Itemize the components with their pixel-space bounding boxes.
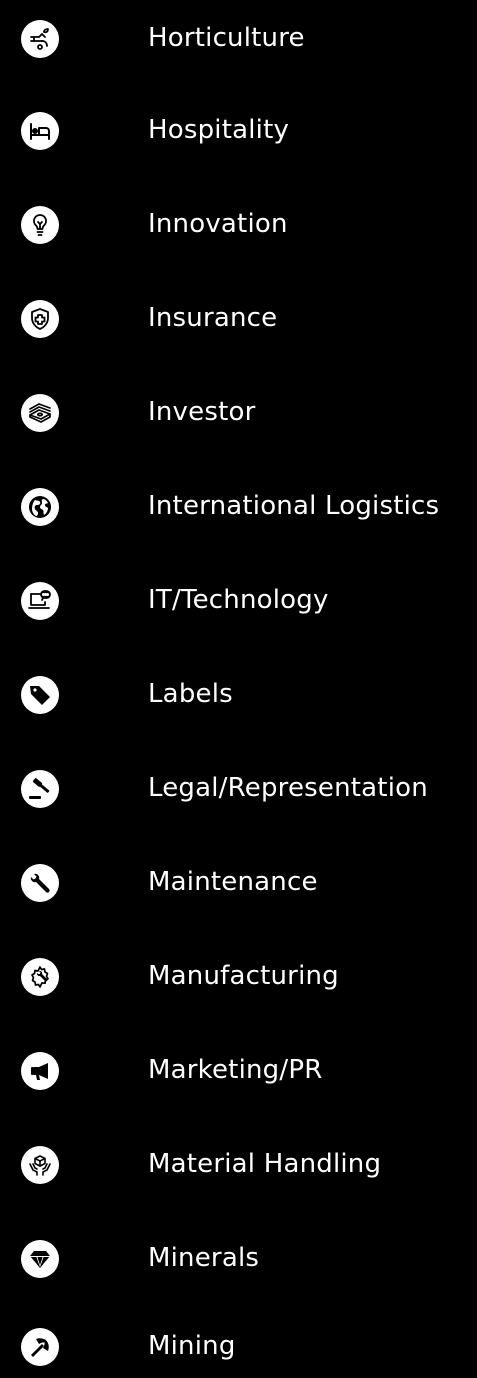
laptop-chat-icon xyxy=(21,582,59,620)
pickaxe-icon xyxy=(21,1328,59,1366)
money-stack-icon xyxy=(21,394,59,432)
list-item-investor[interactable]: Investor xyxy=(0,383,477,443)
list-item-label: Maintenance xyxy=(148,867,318,897)
shield-cross-icon xyxy=(21,300,59,338)
megaphone-icon xyxy=(21,1052,59,1090)
list-item-manufacturing[interactable]: Manufacturing xyxy=(0,947,477,1007)
list-item-minerals[interactable]: Minerals xyxy=(0,1229,477,1289)
list-item-label: Minerals xyxy=(148,1243,260,1273)
list-item-it-technology[interactable]: IT/Technology xyxy=(0,571,477,631)
list-item-mining[interactable]: Mining xyxy=(0,1317,477,1377)
hands-box-icon xyxy=(21,1146,59,1184)
list-item-labels[interactable]: Labels xyxy=(0,665,477,725)
hand-sprout-icon xyxy=(21,20,59,58)
list-item-insurance[interactable]: Insurance xyxy=(0,289,477,349)
list-item-legal-representation[interactable]: Legal/Representation xyxy=(0,759,477,819)
gavel-icon xyxy=(21,770,59,808)
list-item-label: Mining xyxy=(148,1331,236,1361)
hotel-bed-icon xyxy=(21,112,59,150)
list-item-label: IT/Technology xyxy=(148,585,329,615)
list-item-marketing-pr[interactable]: Marketing/PR xyxy=(0,1041,477,1101)
list-item-innovation[interactable]: Innovation xyxy=(0,195,477,255)
list-item-label: Investor xyxy=(148,397,256,427)
globe-icon xyxy=(21,488,59,526)
industry-list: Horticulture Hospitality Innovation Insu… xyxy=(0,0,477,1378)
list-item-label: Legal/Representation xyxy=(148,773,428,803)
tag-icon xyxy=(21,676,59,714)
list-item-label: Hospitality xyxy=(148,115,290,145)
gear-wrench-icon xyxy=(21,958,59,996)
gem-icon xyxy=(21,1240,59,1278)
list-item-material-handling[interactable]: Material Handling xyxy=(0,1135,477,1195)
list-item-label: Horticulture xyxy=(148,23,305,53)
list-item-hospitality[interactable]: Hospitality xyxy=(0,101,477,161)
lightbulb-icon xyxy=(21,206,59,244)
list-item-label: Innovation xyxy=(148,209,288,239)
list-item-label: Marketing/PR xyxy=(148,1055,323,1085)
list-item-maintenance[interactable]: Maintenance xyxy=(0,853,477,913)
wrench-icon xyxy=(21,864,59,902)
list-item-label: Insurance xyxy=(148,303,278,333)
list-item-label: Material Handling xyxy=(148,1149,382,1179)
list-item-label: International Logistics xyxy=(148,491,440,521)
list-item-horticulture[interactable]: Horticulture xyxy=(0,9,477,69)
list-item-international-logistics[interactable]: International Logistics xyxy=(0,477,477,537)
list-item-label: Labels xyxy=(148,679,233,709)
list-item-label: Manufacturing xyxy=(148,961,339,991)
